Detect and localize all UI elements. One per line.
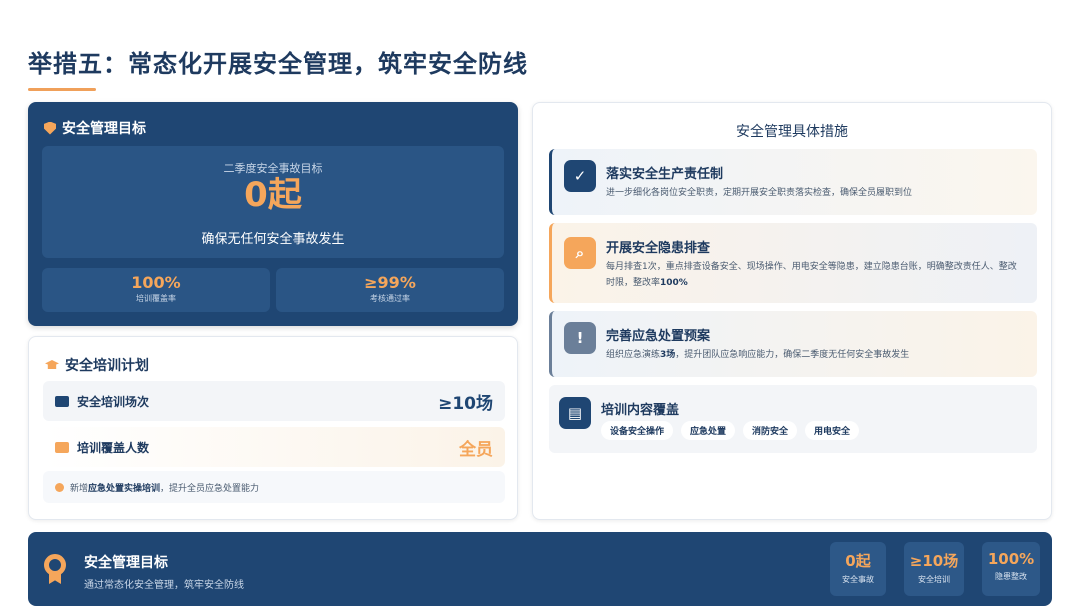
training-coverage-row: 培训覆盖人数 全员 xyxy=(43,427,505,467)
training-sessions-row: 安全培训场次 ≥10场 xyxy=(43,381,505,421)
stat-value: 100% xyxy=(131,273,181,292)
measure-desc: 进一步细化各岗位安全职责，定期开展安全职责落实检查，确保全员履职到位 xyxy=(606,188,913,198)
stat-exam-pass-rate: ≥99% 考核通过率 xyxy=(276,268,504,312)
note-dot-icon xyxy=(55,482,64,492)
stat-value: ≥99% xyxy=(364,273,416,292)
measure-item: ! 完善应急处置预案 组织应急演练3场，提升团队应急响应能力，确保二季度无任何安… xyxy=(549,311,1037,377)
stat-training-coverage: 100% 培训覆盖率 xyxy=(42,268,270,312)
goal-target-panel: 二季度安全事故目标 0起 确保无任何安全事故发生 xyxy=(42,146,504,258)
people-icon xyxy=(55,441,69,453)
measure-desc: 每月排查1次，重点排查设备安全、现场操作、用电安全等隐患，建立隐患台账，明确整改… xyxy=(606,259,1025,291)
desc-highlight: 100% xyxy=(660,278,688,288)
row-label: 培训覆盖人数 xyxy=(77,440,150,455)
stat-label: 安全事故 xyxy=(842,575,874,584)
graduation-cap-icon xyxy=(45,360,59,369)
training-note: 新增 应急处置实操培训 ，提升全员应急处置能力 xyxy=(43,471,505,503)
measure-item: ▤ 培训内容覆盖 设备安全操作 应急处置 消防安全 用电安全 xyxy=(549,385,1037,453)
user-check-icon: ✓ xyxy=(564,160,596,192)
stat-value: 0起 xyxy=(845,552,871,570)
training-card-header: 安全培训计划 xyxy=(45,355,149,375)
medal-icon xyxy=(44,554,66,584)
measure-title: 落实安全生产责任制 xyxy=(606,167,724,182)
topic-tag: 应急处置 xyxy=(681,421,736,440)
stat-label: 考核通过率 xyxy=(370,294,410,303)
search-icon: ⌕ xyxy=(564,237,596,269)
measure-desc: 组织应急演练3场，提升团队应急响应能力，确保二季度无任何安全事故发生 xyxy=(606,347,1025,363)
training-plan-card: 安全培训计划 安全培训场次 ≥10场 培训覆盖人数 全员 新增 应急处置实操培训… xyxy=(28,336,518,520)
row-label: 安全培训场次 xyxy=(77,394,150,409)
goal-card-title: 安全管理目标 xyxy=(62,121,146,137)
topic-tag: 消防安全 xyxy=(743,421,798,440)
target-description: 确保无任何安全事故发生 xyxy=(201,232,345,247)
measure-item: ⌕ 开展安全隐患排查 每月排查1次，重点排查设备安全、现场操作、用电安全等隐患，… xyxy=(549,223,1037,303)
summary-stat-rectification: 100% 隐患整改 xyxy=(982,542,1040,596)
safety-goal-card: 安全管理目标 二季度安全事故目标 0起 确保无任何安全事故发生 100% 培训覆… xyxy=(28,102,518,326)
summary-subtitle: 通过常态化安全管理，筑牢安全防线 xyxy=(84,580,244,591)
target-label: 二季度安全事故目标 xyxy=(223,162,323,175)
topic-tag: 用电安全 xyxy=(805,421,860,440)
stat-value: 100% xyxy=(987,550,1035,568)
summary-stat-training: ≥10场 安全培训 xyxy=(904,542,964,596)
note-prefix: 新增 xyxy=(70,483,89,494)
alarm-icon: ! xyxy=(564,322,596,354)
topic-tag: 设备安全操作 xyxy=(601,421,674,440)
stat-label: 培训覆盖率 xyxy=(136,294,176,303)
summary-title: 安全管理目标 xyxy=(84,555,168,571)
target-value: 0起 xyxy=(244,175,302,215)
desc-highlight: 3场 xyxy=(660,350,676,360)
measure-title: 培训内容覆盖 xyxy=(601,403,680,418)
clipboard-icon: ▤ xyxy=(559,397,591,429)
calendar-icon xyxy=(55,395,69,407)
training-card-title: 安全培训计划 xyxy=(65,358,149,374)
summary-stat-accidents: 0起 安全事故 xyxy=(830,542,886,596)
goal-card-header: 安全管理目标 xyxy=(44,118,146,138)
measure-title: 开展安全隐患排查 xyxy=(606,241,711,256)
row-value: ≥10场 xyxy=(438,393,493,414)
summary-bar: 安全管理目标 通过常态化安全管理，筑牢安全防线 0起 安全事故 ≥10场 安全培… xyxy=(28,532,1052,606)
stat-label: 安全培训 xyxy=(918,575,950,584)
training-topic-tags: 设备安全操作 应急处置 消防安全 用电安全 xyxy=(601,421,860,440)
note-highlight: 应急处置实操培训 xyxy=(88,483,161,494)
stat-value: ≥10场 xyxy=(909,552,959,570)
desc-text: 组织应急演练 xyxy=(606,350,661,360)
measures-card-title: 安全管理具体措施 xyxy=(736,124,848,140)
measure-item: ✓ 落实安全生产责任制 进一步细化各岗位安全职责，定期开展安全职责落实检查，确保… xyxy=(549,149,1037,215)
title-underline xyxy=(28,88,96,91)
page-title: 举措五：常态化开展安全管理，筑牢安全防线 xyxy=(28,50,528,78)
shield-icon xyxy=(44,121,56,135)
desc-text: ，提升团队应急响应能力，确保二季度无任何安全事故发生 xyxy=(675,350,910,360)
measure-title: 完善应急处置预案 xyxy=(606,329,711,344)
note-suffix: ，提升全员应急处置能力 xyxy=(160,483,260,494)
stat-label: 隐患整改 xyxy=(995,572,1027,581)
row-value: 全员 xyxy=(459,439,493,460)
measures-card: 安全管理具体措施 ✓ 落实安全生产责任制 进一步细化各岗位安全职责，定期开展安全… xyxy=(532,102,1052,520)
